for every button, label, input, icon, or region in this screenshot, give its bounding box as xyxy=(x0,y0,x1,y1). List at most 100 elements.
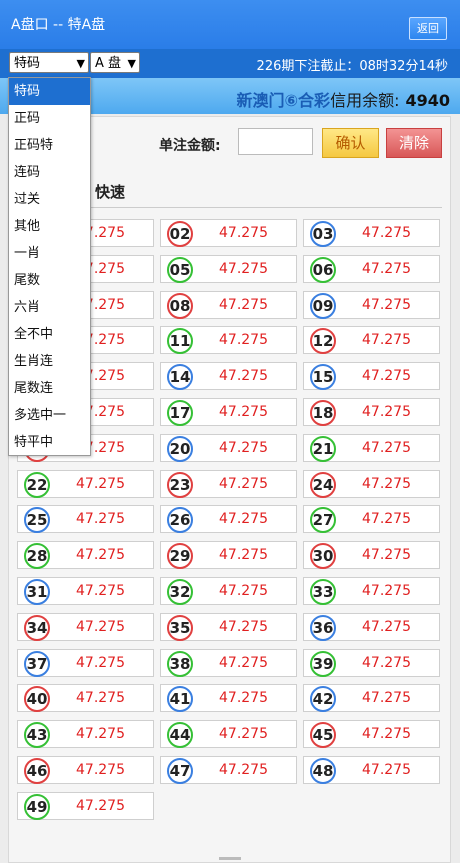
number-cell[interactable]: 30 47.275 xyxy=(303,541,440,570)
number-cell[interactable]: 34 47.275 xyxy=(17,612,154,641)
dropdown-option[interactable]: 特码 xyxy=(9,78,90,105)
number-ball: 44 xyxy=(167,722,193,749)
number-cell[interactable]: 14 47.275 xyxy=(160,362,297,391)
number-cell[interactable]: 06 47.275 xyxy=(303,254,440,283)
back-button[interactable]: 返回 xyxy=(409,17,447,40)
number-cell[interactable]: 08 47.275 xyxy=(160,290,297,319)
number-ball: 14 xyxy=(167,364,193,391)
bet-deadline: 226期下注截止：08时32分14秒 xyxy=(256,59,448,74)
number-cell[interactable]: 24 47.275 xyxy=(303,469,440,498)
amount-input[interactable] xyxy=(238,128,313,155)
odds-value: 47.275 xyxy=(219,654,268,671)
number-cell[interactable]: 48 47.275 xyxy=(303,756,440,784)
number-cell[interactable]: 20 47.275 xyxy=(160,433,297,462)
number-ball: 11 xyxy=(167,328,193,355)
number-cell[interactable]: 25 47.275 xyxy=(17,505,154,534)
number-ball: 03 xyxy=(310,221,336,247)
dropdown-option[interactable]: 生肖连 xyxy=(9,348,90,375)
odds-value: 47.275 xyxy=(219,690,268,707)
number-ball: 25 xyxy=(24,507,50,534)
odds-value: 47.275 xyxy=(219,332,268,349)
number-cell[interactable]: 31 47.275 xyxy=(17,577,154,605)
dropdown-option[interactable]: 尾数 xyxy=(9,267,90,294)
odds-value: 47.275 xyxy=(362,332,411,349)
number-cell[interactable]: 03 47.275 xyxy=(303,219,440,247)
odds-value: 47.275 xyxy=(76,511,125,528)
number-cell[interactable]: 26 47.275 xyxy=(160,505,297,534)
clear-button[interactable]: 清除 xyxy=(386,128,442,158)
odds-value: 47.275 xyxy=(362,439,411,456)
number-cell[interactable]: 36 47.275 xyxy=(303,612,440,641)
number-cell[interactable]: 39 47.275 xyxy=(303,648,440,677)
odds-value: 47.275 xyxy=(76,762,125,778)
number-ball: 26 xyxy=(167,507,193,534)
number-cell[interactable]: 18 47.275 xyxy=(303,398,440,426)
odds-value: 47.275 xyxy=(76,547,125,564)
odds-value: 47.275 xyxy=(362,583,411,599)
number-cell[interactable]: 11 47.275 xyxy=(160,326,297,355)
number-cell[interactable]: 40 47.275 xyxy=(17,684,154,713)
number-cell[interactable]: 33 47.275 xyxy=(303,577,440,605)
dropdown-option[interactable]: 一肖 xyxy=(9,240,90,267)
number-cell[interactable]: 29 47.275 xyxy=(160,541,297,570)
number-cell[interactable]: 38 47.275 xyxy=(160,648,297,677)
play-type-select-value: 特码 xyxy=(14,56,41,71)
odds-value: 47.275 xyxy=(362,618,411,635)
number-ball: 35 xyxy=(167,614,193,641)
number-ball: 20 xyxy=(167,435,193,462)
odds-value: 47.275 xyxy=(362,690,411,707)
number-cell[interactable]: 37 47.275 xyxy=(17,648,154,677)
number-ball: 48 xyxy=(310,758,336,784)
number-cell[interactable]: 45 47.275 xyxy=(303,720,440,749)
number-cell[interactable]: 09 47.275 xyxy=(303,290,440,319)
number-cell[interactable]: 44 47.275 xyxy=(160,720,297,749)
credit-label: 信用余额: xyxy=(330,91,400,110)
number-cell[interactable]: 17 47.275 xyxy=(160,398,297,426)
number-cell[interactable]: 49 47.275 xyxy=(17,791,154,820)
dropdown-option[interactable]: 过关 xyxy=(9,186,90,213)
dropdown-option[interactable]: 尾数连 xyxy=(9,375,90,402)
number-cell[interactable]: 15 47.275 xyxy=(303,362,440,391)
dropdown-option[interactable]: 正码 xyxy=(9,105,90,132)
odds-value: 47.275 xyxy=(362,654,411,671)
scroll-indicator xyxy=(219,857,241,860)
number-cell[interactable]: 05 47.275 xyxy=(160,254,297,283)
dropdown-option[interactable]: 正码特 xyxy=(9,132,90,159)
number-cell[interactable]: 12 47.275 xyxy=(303,326,440,355)
number-ball: 47 xyxy=(167,758,193,784)
odds-value: 47.275 xyxy=(362,762,411,778)
pan-select-value: A 盘 xyxy=(95,56,122,71)
confirm-button[interactable]: 确认 xyxy=(322,128,379,158)
number-cell[interactable]: 46 47.275 xyxy=(17,756,154,784)
number-cell[interactable]: 42 47.275 xyxy=(303,684,440,713)
credit-info: 新澳门⑥合彩信用余额: 4940 xyxy=(237,87,451,111)
dropdown-option[interactable]: 其他 xyxy=(9,213,90,240)
play-type-select[interactable]: 特码 ▼ xyxy=(9,52,89,73)
dropdown-option[interactable]: 全不中 xyxy=(9,321,90,348)
number-cell[interactable]: 28 47.275 xyxy=(17,541,154,570)
number-cell[interactable]: 27 47.275 xyxy=(303,505,440,534)
number-ball: 27 xyxy=(310,507,336,534)
number-cell[interactable]: 23 47.275 xyxy=(160,469,297,498)
number-cell[interactable]: 02 47.275 xyxy=(160,219,297,247)
number-cell[interactable]: 21 47.275 xyxy=(303,433,440,462)
number-cell[interactable]: 32 47.275 xyxy=(160,577,297,605)
number-ball: 38 xyxy=(167,650,193,677)
pan-select[interactable]: A 盘 ▼ xyxy=(90,52,140,73)
dropdown-option[interactable]: 连码 xyxy=(9,159,90,186)
number-ball: 06 xyxy=(310,256,336,283)
number-ball: 41 xyxy=(167,686,193,713)
odds-value: 47.275 xyxy=(219,404,268,420)
number-cell[interactable]: 35 47.275 xyxy=(160,612,297,641)
number-cell[interactable]: 22 47.275 xyxy=(17,469,154,498)
number-cell[interactable]: 47 47.275 xyxy=(160,756,297,784)
odds-value: 47.275 xyxy=(362,225,411,241)
dropdown-option[interactable]: 特平中 xyxy=(9,429,90,456)
odds-value: 47.275 xyxy=(362,368,411,385)
quick-tab[interactable]: 快速 xyxy=(95,181,125,202)
dropdown-option[interactable]: 六肖 xyxy=(9,294,90,321)
number-ball: 36 xyxy=(310,614,336,641)
dropdown-option[interactable]: 多选中一 xyxy=(9,402,90,429)
number-cell[interactable]: 43 47.275 xyxy=(17,720,154,749)
number-cell[interactable]: 41 47.275 xyxy=(160,684,297,713)
